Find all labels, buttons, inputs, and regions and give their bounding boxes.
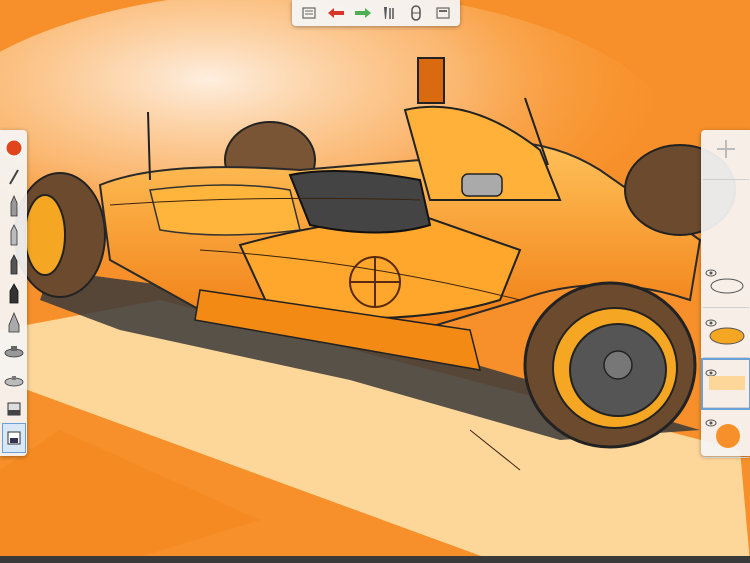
bottom-bar [0, 556, 750, 563]
layer-thumbnail [710, 278, 744, 294]
pencil-icon[interactable] [3, 192, 25, 220]
plus-icon[interactable] [703, 132, 749, 179]
airbrush-icon[interactable] [3, 337, 25, 365]
layer-fill-icon[interactable] [1, 423, 26, 453]
layer-line-work[interactable] [703, 260, 749, 308]
symmetry-icon[interactable] [405, 2, 427, 24]
layer-add-area[interactable] [703, 132, 749, 180]
layer-editor [701, 130, 750, 458]
layer-shading[interactable] [701, 358, 750, 410]
layer-car-color[interactable] [703, 310, 749, 358]
brush-editor-icon[interactable] [378, 2, 400, 24]
color-puck[interactable] [3, 134, 25, 162]
felt-pen-icon[interactable] [3, 279, 25, 307]
eyedropper-icon[interactable] [3, 163, 25, 191]
background-color-swatch[interactable] [703, 410, 749, 457]
smudge-icon[interactable] [3, 366, 25, 394]
layer-background[interactable] [703, 410, 749, 458]
undo-icon[interactable] [325, 2, 347, 24]
brush-toolbar [0, 130, 27, 456]
redo-icon[interactable] [352, 2, 374, 24]
chisel-marker-icon[interactable] [3, 308, 25, 336]
canvas-view-icon[interactable] [432, 2, 454, 24]
ballpoint-pen-icon[interactable] [3, 221, 25, 249]
marker-icon[interactable] [3, 250, 25, 278]
top-toolbar [292, 0, 460, 26]
drawing-canvas[interactable] [0, 0, 750, 563]
layer-thumbnail [709, 376, 745, 390]
layers-menu-icon[interactable] [298, 2, 320, 24]
layer-thumbnail [709, 327, 745, 345]
eraser-icon[interactable] [3, 395, 25, 423]
